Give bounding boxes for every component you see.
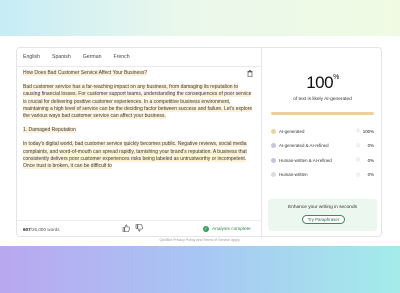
tabs-divider (17, 66, 261, 67)
ai-percentage-caption: of text is likely AI-generated (293, 97, 352, 102)
breakdown-label: AI-generated (279, 128, 305, 134)
ai-meter-fill (271, 112, 374, 115)
breakdown-value: 0% (367, 172, 374, 178)
breakdown-label: AI-generated & AI-refined (279, 143, 329, 149)
ai-percentage: 100% (262, 73, 383, 93)
breakdown-row-ai-generated: AI-generated ⓘ 100% (271, 124, 374, 139)
try-paraphraser-button[interactable]: Try Paraphraser (302, 215, 345, 224)
text-input-area[interactable]: How Does Bad Customer Service Affect You… (23, 70, 253, 220)
thumbs-up-icon[interactable] (122, 224, 130, 232)
breakdown-row-human-ai-refined: Human-written & AI-refined ⓘ 0% (271, 153, 374, 168)
document-title-line: How Does Bad Customer Service Affect You… (23, 70, 148, 76)
percent-sign: % (333, 74, 339, 81)
check-icon: ✓ (203, 226, 209, 232)
breakdown-label: Human-written (279, 172, 308, 178)
ai-meter-bar (271, 112, 374, 115)
ai-percentage-value: 100 (306, 73, 334, 92)
analysis-status: ✓ Analysis complete (203, 226, 251, 232)
top-gradient-band (0, 0, 400, 36)
paragraph-1: Bad customer service has a far-reaching … (23, 84, 253, 120)
human-written-dot-icon (271, 172, 276, 178)
breakdown-value: 0% (367, 143, 374, 149)
breakdown-row-ai-refined: AI-generated & AI-refined ⓘ 0% (271, 139, 374, 154)
paraphraser-promo: Enhance your writing in seconds Try Para… (268, 199, 377, 231)
word-limit: /25,000 words (30, 227, 60, 232)
tab-english[interactable]: English (23, 54, 40, 64)
bottom-gradient-band (0, 246, 400, 293)
word-count: 607/25,000 words (23, 227, 60, 232)
ai-detector-card: English Spanish German French How Does B… (16, 47, 383, 238)
breakdown-label: Human-written & AI-refined (279, 157, 332, 163)
breakdown-value: 100% (362, 128, 374, 134)
thumbs-down-icon[interactable] (135, 224, 143, 232)
feedback-buttons (122, 224, 143, 232)
tab-german[interactable]: German (83, 54, 102, 64)
promo-text: Enhance your writing in seconds (287, 205, 358, 210)
results-panel: 100% of text is likely AI-generated AI-g… (262, 48, 383, 238)
word-count-value: 607 (23, 227, 31, 232)
section-heading-1: 1. Damaged Reputation (23, 127, 76, 134)
breakdown-value: 0% (367, 157, 374, 163)
language-tabs: English Spanish German French (23, 54, 130, 64)
breakdown-list: AI-generated ⓘ 100% AI-generated & AI-re… (271, 124, 374, 182)
input-panel: English Spanish German French How Does B… (17, 48, 261, 238)
tab-spanish[interactable]: Spanish (52, 54, 71, 64)
tab-french[interactable]: French (114, 54, 130, 64)
ai-refined-dot-icon (271, 143, 276, 149)
paragraph-2: In today's digital world, bad customer s… (23, 141, 247, 170)
analysis-status-label: Analysis complete (212, 226, 251, 232)
human-ai-refined-dot-icon (271, 157, 276, 163)
ai-generated-dot-icon (271, 128, 276, 134)
input-footer: 607/25,000 words ✓ Analysis complete (17, 220, 261, 238)
breakdown-row-human-written: Human-written ⓘ 0% (271, 168, 374, 183)
legal-credit: QuillBot Privacy Policy and Terms of Ser… (159, 238, 241, 242)
